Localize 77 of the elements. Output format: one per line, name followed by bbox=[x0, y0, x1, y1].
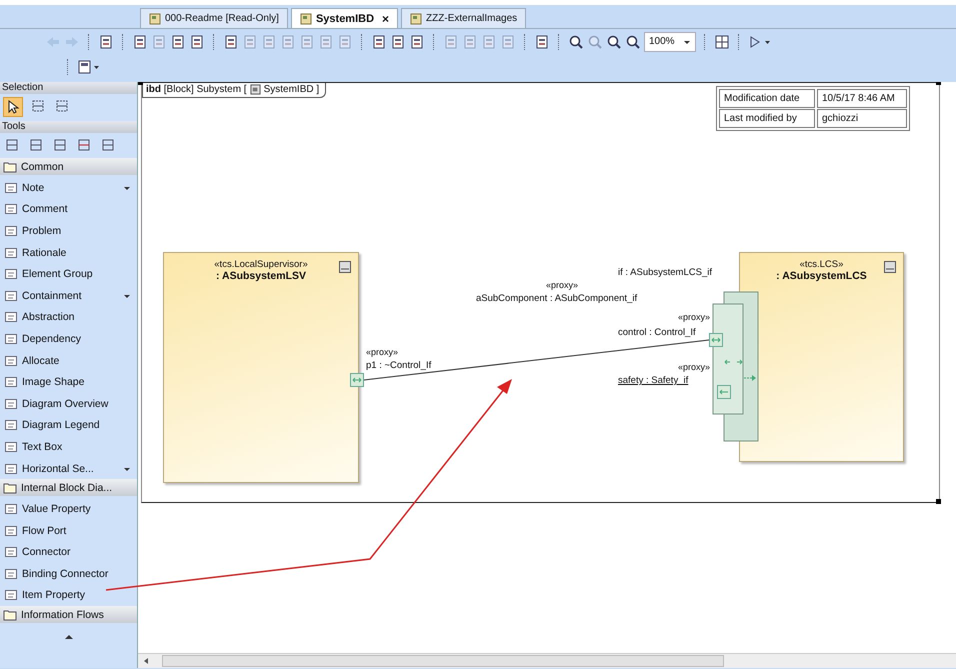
diagram-icon bbox=[410, 12, 422, 24]
port-stereotype: «proxy» bbox=[678, 312, 710, 322]
selection-handle[interactable] bbox=[936, 499, 941, 504]
table-cell: 10/5/17 8:46 AM bbox=[817, 89, 907, 108]
flow-arrow bbox=[744, 375, 756, 381]
tab-label: ZZZ-ExternalImages bbox=[426, 13, 518, 24]
horizontal-scrollbar[interactable] bbox=[138, 653, 956, 668]
group-title: Internal Block Dia... bbox=[21, 482, 112, 494]
palette-item[interactable]: Diagram Overview bbox=[0, 392, 137, 415]
editor-tab[interactable]: 000-Readme [Read-Only] bbox=[140, 8, 288, 28]
block-stereotype: «tcs.LocalSupervisor» bbox=[214, 259, 308, 270]
palette-group-header[interactable]: Information Flows bbox=[0, 606, 137, 624]
proxy-port bbox=[350, 373, 364, 387]
palette-item[interactable]: Connector bbox=[0, 542, 137, 564]
diagram-name: SystemIBD ] bbox=[264, 84, 320, 95]
palette-item[interactable]: Text Box bbox=[0, 436, 137, 458]
port-label: aSubComponent : ASubComponent_if bbox=[476, 293, 638, 304]
group-title: Information Flows bbox=[21, 608, 104, 621]
folder-icon bbox=[3, 482, 17, 494]
palette-item[interactable]: Abstraction bbox=[0, 306, 137, 328]
proxy-port bbox=[717, 385, 731, 399]
zoom-dropdown[interactable]: 100% bbox=[644, 32, 696, 52]
port-stereotype: «proxy» bbox=[366, 347, 398, 357]
bidirectional-arrow bbox=[724, 360, 742, 364]
palette-item[interactable]: Dependency bbox=[0, 328, 137, 350]
block-stereotype: «tcs.LCS» bbox=[800, 259, 844, 270]
zoom-in-icon[interactable] bbox=[606, 34, 622, 50]
palette-group-header[interactable]: Common bbox=[0, 158, 137, 175]
palette-item[interactable]: Image Shape bbox=[0, 371, 137, 393]
palette-item[interactable]: Item Property bbox=[0, 584, 137, 606]
palette-item[interactable]: Problem bbox=[0, 220, 137, 242]
editor-tab[interactable]: SystemIBD × bbox=[290, 8, 398, 28]
table-cell: gchiozzi bbox=[817, 109, 907, 128]
port-label: control : Control_If bbox=[618, 327, 696, 338]
palette-item[interactable]: Note bbox=[0, 177, 137, 199]
compartment-icon bbox=[339, 261, 351, 273]
port-label: safety : Safety_if bbox=[618, 375, 688, 386]
frame-title: ibd [Block] Subystem [ bbox=[146, 84, 247, 95]
close-tab-button[interactable]: × bbox=[382, 12, 390, 26]
palette-item[interactable]: Diagram Legend bbox=[0, 414, 137, 436]
palette-item[interactable]: Allocate bbox=[0, 350, 137, 372]
layout-dropdown-icon[interactable] bbox=[77, 58, 101, 74]
editor-tab[interactable]: ZZZ-ExternalImages bbox=[401, 8, 526, 28]
block-name: : ASubsystemLSV bbox=[216, 270, 306, 282]
zoom-out-icon[interactable] bbox=[625, 34, 641, 50]
pointer-icon[interactable] bbox=[3, 97, 23, 117]
folder-icon bbox=[3, 160, 17, 172]
zoom-fit-icon[interactable] bbox=[568, 34, 584, 50]
scroll-up-icon[interactable] bbox=[62, 633, 74, 642]
palette-item[interactable]: Element Group bbox=[0, 263, 137, 285]
play-dropdown-icon[interactable] bbox=[748, 34, 772, 50]
port-label: if : ASubsystemLCS_if bbox=[618, 267, 712, 278]
palette-header[interactable]: Selection bbox=[0, 82, 137, 94]
port-label: p1 : ~Control_If bbox=[366, 360, 432, 371]
port-stereotype: «proxy» bbox=[546, 280, 578, 290]
palette-item[interactable]: Binding Connector bbox=[0, 563, 137, 585]
table-cell: Last modified by bbox=[719, 109, 815, 128]
block-name: : ASubsystemLCS bbox=[776, 270, 867, 282]
palette-item[interactable]: Rationale bbox=[0, 242, 137, 264]
palette-item[interactable]: Value Property bbox=[0, 498, 137, 520]
palette-item[interactable]: Comment bbox=[0, 198, 137, 220]
palette-group-header[interactable]: Internal Block Dia... bbox=[0, 479, 137, 496]
tab-label: 000-Readme [Read-Only] bbox=[165, 13, 279, 24]
palette-item[interactable]: Containment bbox=[0, 284, 137, 307]
tab-label: SystemIBD bbox=[316, 12, 374, 24]
group-title: Common bbox=[21, 160, 64, 172]
palette-item[interactable]: Flow Port bbox=[0, 520, 137, 542]
scroll-left-icon[interactable] bbox=[142, 657, 150, 665]
palette-header[interactable]: Tools bbox=[0, 121, 137, 133]
diagram-icon bbox=[149, 12, 161, 24]
table-cell: Modification date bbox=[719, 89, 815, 108]
port-stereotype: «proxy» bbox=[678, 362, 710, 372]
proxy-port bbox=[709, 333, 723, 347]
diagram-icon bbox=[300, 12, 312, 24]
compartment-icon bbox=[884, 261, 896, 273]
palette-item[interactable]: Horizontal Se... bbox=[0, 458, 137, 480]
folder-icon bbox=[3, 608, 17, 621]
